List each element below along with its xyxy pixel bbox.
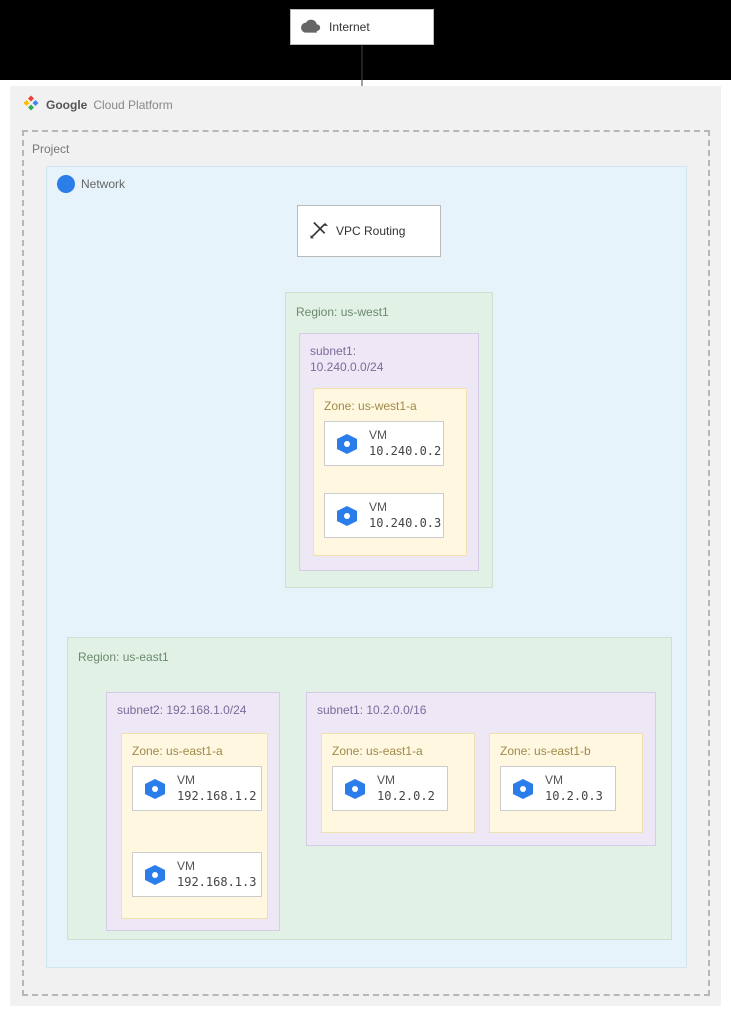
vm-title: VM: [377, 773, 435, 789]
subnet-label: subnet2: 192.168.1.0/24: [117, 703, 246, 719]
vm-node: VM 192.168.1.3: [132, 852, 262, 897]
gcp-brand-text2: Cloud Platform: [93, 98, 172, 112]
zone-us-east1-a: Zone: us-east1-a VM 192.168.1.2: [121, 733, 268, 919]
zone-us-east1-b: Zone: us-east1-b VM 10.2.0.3: [489, 733, 643, 833]
compute-engine-icon: [143, 777, 167, 801]
zone-label: Zone: us-east1-b: [500, 744, 591, 758]
region-us-west1: Region: us-west1 subnet1: 10.240.0.0/24 …: [285, 292, 493, 588]
vm-title: VM: [545, 773, 603, 789]
region-us-east1: Region: us-east1 subnet2: 192.168.1.0/24…: [67, 637, 672, 940]
vm-node: VM 10.2.0.3: [500, 766, 616, 811]
project-label: Project: [32, 142, 69, 156]
subnet-label: subnet1: 10.240.0.0/24: [310, 344, 383, 375]
network-container: Network VPC Routing Region: us-west1 sub…: [46, 166, 687, 968]
vm-text: VM 10.2.0.2: [377, 773, 435, 804]
vm-ip: 192.168.1.2: [177, 789, 256, 805]
network-label: Network: [81, 177, 125, 191]
internet-node: Internet: [290, 9, 434, 45]
subnet1-west: subnet1: 10.240.0.0/24 Zone: us-west1-a …: [299, 333, 479, 571]
network-icon: [57, 175, 75, 193]
zone-us-west1-a: Zone: us-west1-a VM 10.240.0.2: [313, 388, 467, 556]
vm-ip: 10.240.0.3: [369, 516, 441, 532]
vm-node: VM 10.2.0.2: [332, 766, 448, 811]
cloud-icon: [301, 19, 321, 36]
vm-text: VM 192.168.1.3: [177, 859, 256, 890]
subnet1-east: subnet1: 10.2.0.0/16 Zone: us-east1-a VM…: [306, 692, 656, 846]
gcp-logo-icon: [22, 94, 40, 115]
vm-node: VM 192.168.1.2: [132, 766, 262, 811]
subnet2-east: subnet2: 192.168.1.0/24 Zone: us-east1-a…: [106, 692, 280, 931]
compute-engine-icon: [511, 777, 535, 801]
vm-ip: 10.2.0.3: [545, 789, 603, 805]
vm-text: VM 192.168.1.2: [177, 773, 256, 804]
vm-node: VM 10.240.0.2: [324, 421, 444, 466]
zone-us-east1-a-b: Zone: us-east1-a VM 10.2.0.2: [321, 733, 475, 833]
vm-title: VM: [369, 428, 441, 444]
gcp-brand-text1: Google: [46, 98, 87, 112]
zone-label: Zone: us-west1-a: [324, 399, 417, 413]
subnet-cidr: 10.240.0.0/24: [310, 360, 383, 376]
region-label: Region: us-east1: [78, 650, 169, 664]
gcp-brand: Google Cloud Platform: [22, 94, 173, 115]
vm-ip: 10.2.0.2: [377, 789, 435, 805]
vm-node: VM 10.240.0.3: [324, 493, 444, 538]
compute-engine-icon: [335, 504, 359, 528]
vm-title: VM: [177, 859, 256, 875]
compute-engine-icon: [143, 863, 167, 887]
network-label-group: Network: [57, 175, 125, 193]
compute-engine-icon: [335, 432, 359, 456]
vm-ip: 10.240.0.2: [369, 444, 441, 460]
vpc-routing-node: VPC Routing: [297, 205, 441, 257]
zone-label: Zone: us-east1-a: [132, 744, 223, 758]
vm-text: VM 10.2.0.3: [545, 773, 603, 804]
zone-label: Zone: us-east1-a: [332, 744, 423, 758]
subnet-label: subnet1: 10.2.0.0/16: [317, 703, 426, 719]
vm-title: VM: [177, 773, 256, 789]
diagram-canvas: Internet Google Cloud Platform Project N…: [0, 0, 731, 1021]
vpc-routing-label: VPC Routing: [336, 224, 405, 238]
subnet-name: subnet1:: [310, 344, 383, 360]
vm-ip: 192.168.1.3: [177, 875, 256, 891]
routing-icon: [308, 220, 328, 243]
vm-text: VM 10.240.0.3: [369, 500, 441, 531]
vm-text: VM 10.240.0.2: [369, 428, 441, 459]
compute-engine-icon: [343, 777, 367, 801]
project-container: Project Network VPC Routing Region: us-w…: [22, 130, 710, 996]
region-label: Region: us-west1: [296, 305, 389, 319]
internet-label: Internet: [329, 20, 370, 34]
vm-title: VM: [369, 500, 441, 516]
